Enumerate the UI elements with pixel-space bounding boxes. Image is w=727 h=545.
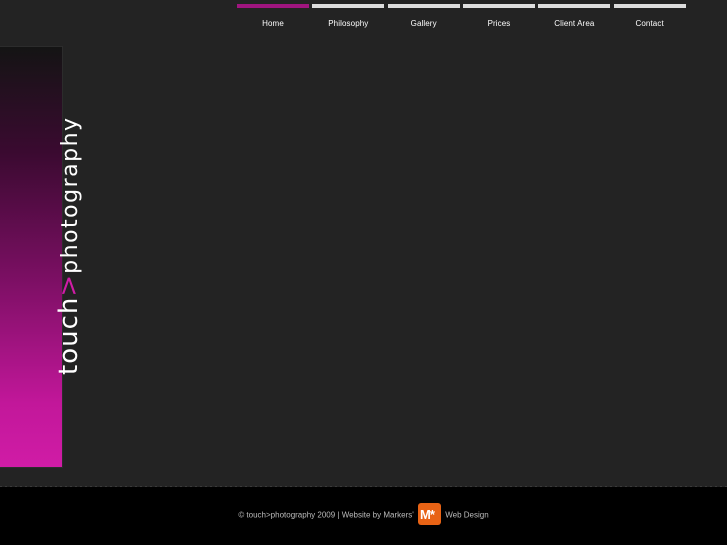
nav-label-client-area[interactable]: Client Area — [538, 19, 610, 28]
nav-bar-contact — [613, 4, 686, 8]
nav-bar-home — [237, 4, 309, 8]
nav-label-philosophy[interactable]: Philosophy — [312, 19, 384, 28]
nav-bar-gallery — [387, 4, 460, 8]
footer-web-design-link[interactable]: Web Design — [445, 511, 488, 520]
footer-credit: © touch>photography 2009 | Website by Ma… — [0, 503, 727, 526]
nav-bar-client-area — [538, 4, 611, 8]
logo-word-touch: touch — [54, 296, 84, 375]
nav-bar-prices — [462, 4, 535, 8]
nav-item-client-area[interactable]: Client Area — [538, 4, 611, 34]
nav-label-prices[interactable]: Prices — [463, 19, 535, 28]
nav-item-prices[interactable]: Prices — [462, 4, 535, 34]
logo-chevron: > — [54, 273, 84, 297]
nav-item-philosophy[interactable]: Philosophy — [312, 4, 385, 34]
markers-logo-icon[interactable]: M* — [418, 503, 441, 525]
logo-word-photography: photography — [58, 116, 83, 274]
logo-panel[interactable]: touch>photography — [0, 47, 84, 467]
nav-bar-philosophy — [312, 4, 385, 8]
nav-label-home[interactable]: Home — [237, 19, 309, 28]
nav-item-home[interactable]: Home — [237, 4, 309, 34]
markers-logo-text: M* — [420, 507, 435, 522]
nav-label-contact[interactable]: Contact — [614, 19, 686, 28]
nav-label-gallery[interactable]: Gallery — [388, 19, 460, 28]
footer-copyright: © touch>photography 2009 | Website by Ma… — [238, 510, 414, 520]
footer: © touch>photography 2009 | Website by Ma… — [0, 487, 727, 545]
nav-item-contact[interactable]: Contact — [613, 4, 686, 34]
nav-item-gallery[interactable]: Gallery — [387, 4, 460, 34]
main-nav: Home Philosophy Gallery Prices Client Ar… — [237, 4, 686, 34]
site-logo: touch>photography — [54, 116, 84, 375]
